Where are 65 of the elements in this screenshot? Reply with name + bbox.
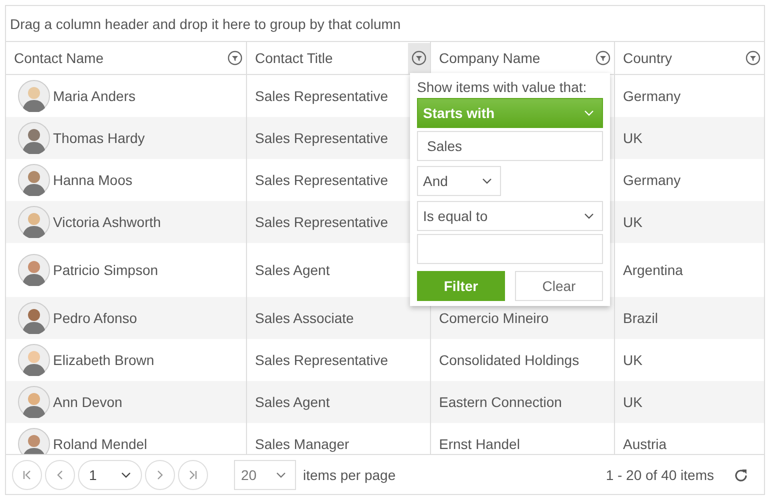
filter-value-field[interactable]: Sales <box>417 131 603 161</box>
contact-name: Thomas Hardy <box>53 130 145 146</box>
filter-value-field[interactable] <box>417 234 603 264</box>
country: Germany <box>623 172 681 188</box>
first-arrow-icon <box>22 470 32 480</box>
contact-name: Hanna Moos <box>53 172 132 188</box>
country: UK <box>623 352 642 368</box>
page-dropdown[interactable]: 1 <box>78 460 142 490</box>
page-size-label: items per page <box>303 466 396 482</box>
contact-title: Sales Representative <box>255 130 388 146</box>
contact-name: Pedro Afonso <box>53 310 138 326</box>
filter-icon[interactable] <box>408 42 430 74</box>
contact-title: Sales Representative <box>255 214 388 230</box>
clear-button[interactable]: Clear <box>515 271 603 301</box>
country: Argentina <box>623 262 683 278</box>
contact-title: Sales Agent <box>255 394 330 410</box>
contact-title: Sales Representative <box>255 88 388 104</box>
contact-name: Maria Anders <box>53 88 136 104</box>
column-header[interactable]: Contact Title <box>255 50 333 66</box>
avatar-icon <box>18 206 50 238</box>
contact-title: Sales Agent <box>255 262 330 278</box>
chevron-down-icon <box>584 110 594 116</box>
group-panel-hint: Drag a column header and drop it here to group by that column <box>6 6 764 42</box>
filter-prompt: Show items with value that: <box>417 79 588 95</box>
contact-title: Sales Representative <box>255 352 388 368</box>
contact-name: Ann Devon <box>53 394 122 410</box>
contact-title: Sales Representative <box>255 172 388 188</box>
chevron-down-icon <box>121 472 131 478</box>
avatar-icon <box>18 80 50 112</box>
avatar-icon <box>18 164 50 196</box>
contact-name: Roland Mendel <box>53 436 148 452</box>
last-arrow-icon <box>188 470 198 480</box>
contact-name: Victoria Ashworth <box>53 214 161 230</box>
company-name: Comercio Mineiro <box>439 310 549 326</box>
company-name: Consolidated Holdings <box>439 352 580 368</box>
logic-dropdown[interactable]: And <box>417 166 501 196</box>
country: Germany <box>623 88 681 104</box>
avatar-icon <box>18 302 50 334</box>
country: UK <box>623 394 642 410</box>
page-size-dropdown[interactable]: 20 <box>234 460 296 490</box>
chevron-down-icon <box>584 213 594 219</box>
avatar-icon <box>18 122 50 154</box>
pager-info: 1 - 20 of 40 items <box>606 466 714 482</box>
country: UK <box>623 130 642 146</box>
contact-title: Sales Manager <box>255 436 350 452</box>
avatar-icon <box>18 254 50 286</box>
column-header[interactable]: Country <box>623 50 672 66</box>
refresh-icon[interactable] <box>734 468 748 482</box>
column-header[interactable]: Contact Name <box>14 50 104 66</box>
country: Austria <box>623 436 667 452</box>
country: UK <box>623 214 642 230</box>
company-name: Ernst Handel <box>439 436 520 452</box>
chevron-down-icon <box>482 178 492 184</box>
contact-name: Elizabeth Brown <box>53 352 154 368</box>
company-name: Eastern Connection <box>439 394 562 410</box>
last-page-button[interactable] <box>178 460 208 490</box>
chevron-down-icon <box>276 472 286 478</box>
operator-dropdown[interactable]: Is equal to <box>417 201 603 231</box>
contact-title: Sales Associate <box>255 310 354 326</box>
contact-name: Patricio Simpson <box>53 262 158 278</box>
country: Brazil <box>623 310 658 326</box>
avatar-icon <box>18 386 50 418</box>
column-header[interactable]: Company Name <box>439 50 540 66</box>
first-page-button[interactable] <box>12 460 42 490</box>
avatar-icon <box>18 344 50 376</box>
